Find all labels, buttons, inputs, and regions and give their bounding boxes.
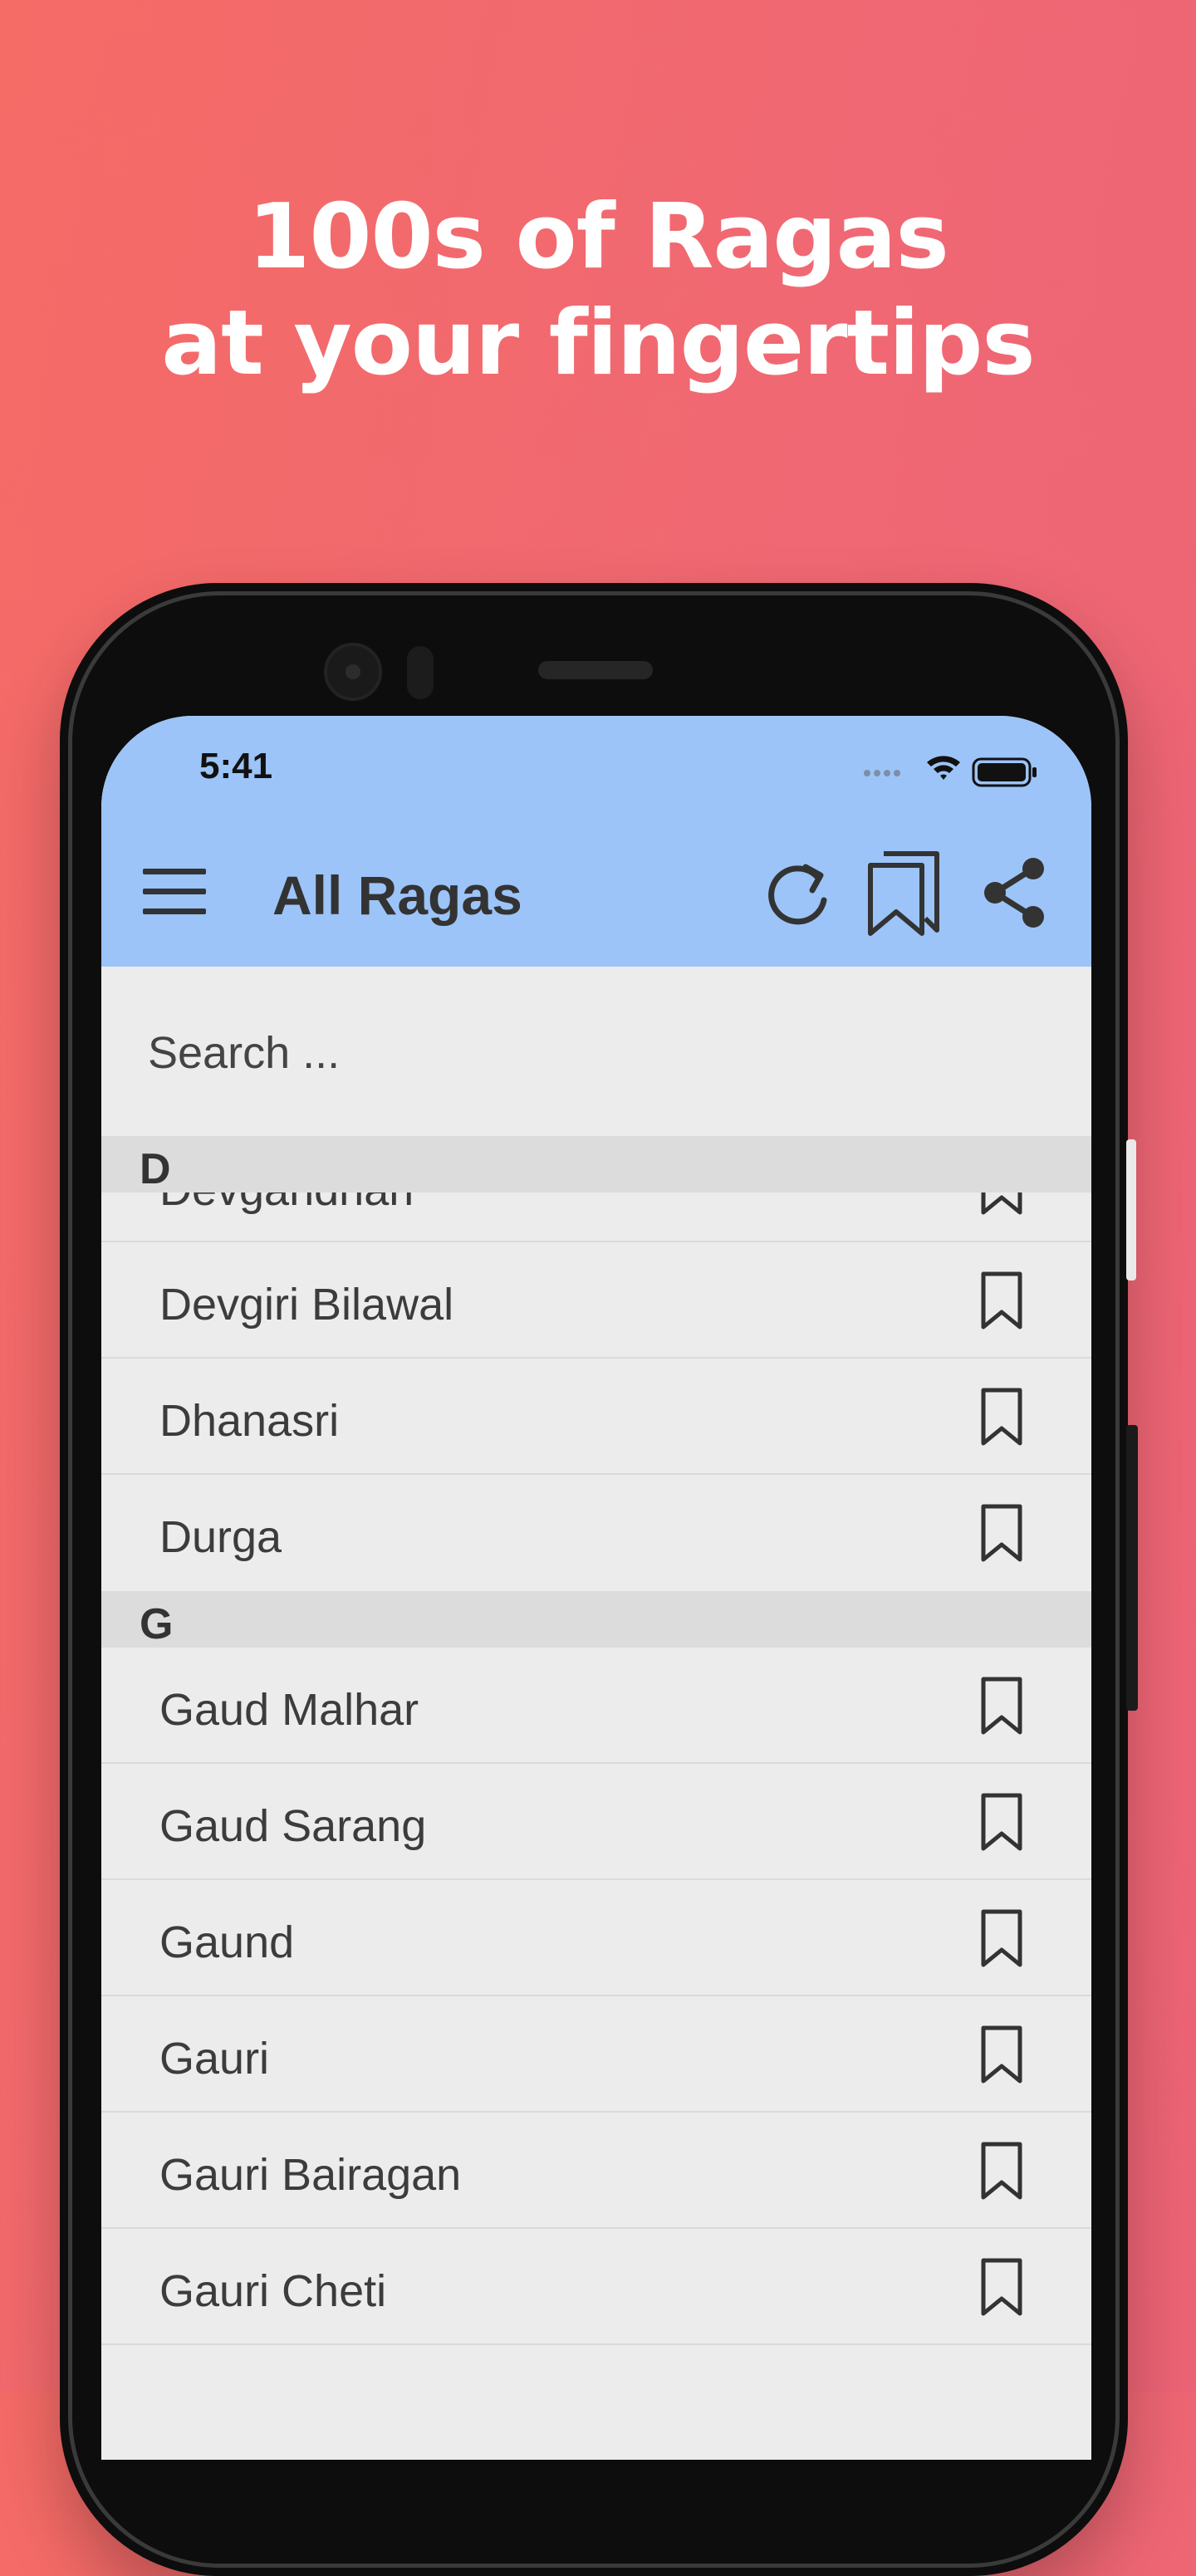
bookmark-icon[interactable] <box>980 1387 1023 1447</box>
page-title: All Ragas <box>272 864 522 926</box>
earpiece-speaker <box>538 661 653 679</box>
proximity-sensor <box>407 646 434 699</box>
search-bar <box>101 967 1091 1136</box>
list-item[interactable]: Devgiri Bilawal <box>101 1242 1091 1359</box>
headline: 100s of Ragas at your fingertips <box>0 184 1196 397</box>
list-item[interactable]: Gauri Cheti <box>101 2229 1091 2345</box>
list-item-label: Dhanasri <box>159 1396 340 1446</box>
list-item-label: Gauri Bairagan <box>159 2150 462 2200</box>
battery-icon <box>972 757 1037 787</box>
front-camera <box>324 643 382 701</box>
list-item-label: Gaund <box>159 1917 295 1967</box>
phone-side-button <box>1126 1139 1136 1281</box>
bookmark-icon[interactable] <box>980 1503 1023 1563</box>
share-icon[interactable] <box>980 855 1050 930</box>
app-bar: 5:41 All Ragas <box>101 716 1091 967</box>
bookmark-icon[interactable] <box>980 1908 1023 1968</box>
wifi-icon <box>927 756 960 780</box>
list-item-label: Durga <box>159 1512 282 1562</box>
list-item[interactable]: Gaund <box>101 1880 1091 1996</box>
list-item[interactable]: Gaud Malhar <box>101 1648 1091 1764</box>
list-item[interactable]: Gauri <box>101 1996 1091 2113</box>
phone-volume-button <box>1126 1425 1138 1711</box>
list-item-label: Gauri Cheti <box>159 2266 387 2316</box>
camera-lens <box>346 664 360 679</box>
phone-screen: 5:41 All Ragas Search ... D Devgiri Bila… <box>101 716 1091 2460</box>
bookmark-icon[interactable] <box>980 2141 1023 2201</box>
bookmark-icon[interactable] <box>980 2025 1023 2084</box>
list-item[interactable]: Dhanasri <box>101 1359 1091 1475</box>
list-item-label: Gaud Sarang <box>159 1801 427 1851</box>
cellular-signal-icon <box>864 766 904 781</box>
list-item-label: Gauri <box>159 2034 270 2084</box>
bookmark-icon[interactable] <box>980 1271 1023 1330</box>
headline-line-2: at your fingertips <box>161 291 1035 395</box>
status-icons <box>864 752 1038 787</box>
section-header-g: G <box>101 1591 1091 1648</box>
list-item-partial[interactable] <box>101 2345 1091 2460</box>
menu-icon[interactable] <box>141 867 208 917</box>
bookmark-icon[interactable] <box>980 1676 1023 1736</box>
list-item[interactable]: Gauri Bairagan <box>101 2113 1091 2229</box>
list-item-label: Devgiri Bilawal <box>159 1280 454 1330</box>
list-item-label: Gaud Malhar <box>159 1685 419 1735</box>
list-item[interactable]: Gaud Sarang <box>101 1764 1091 1880</box>
bookmarks-icon[interactable] <box>865 849 942 937</box>
bookmark-icon[interactable] <box>980 1792 1023 1852</box>
refresh-icon[interactable] <box>762 855 832 930</box>
search-input[interactable] <box>148 1020 1045 1086</box>
raga-list: D Devgandhari Devgiri Bilawal Dhanasri D… <box>101 1136 1091 2460</box>
bookmark-icon[interactable] <box>980 2257 1023 2317</box>
list-item[interactable]: Durga <box>101 1475 1091 1591</box>
headline-line-1: 100s of Ragas <box>248 185 949 289</box>
status-time: 5:41 <box>199 746 273 786</box>
section-header-d: D <box>101 1136 1091 1193</box>
